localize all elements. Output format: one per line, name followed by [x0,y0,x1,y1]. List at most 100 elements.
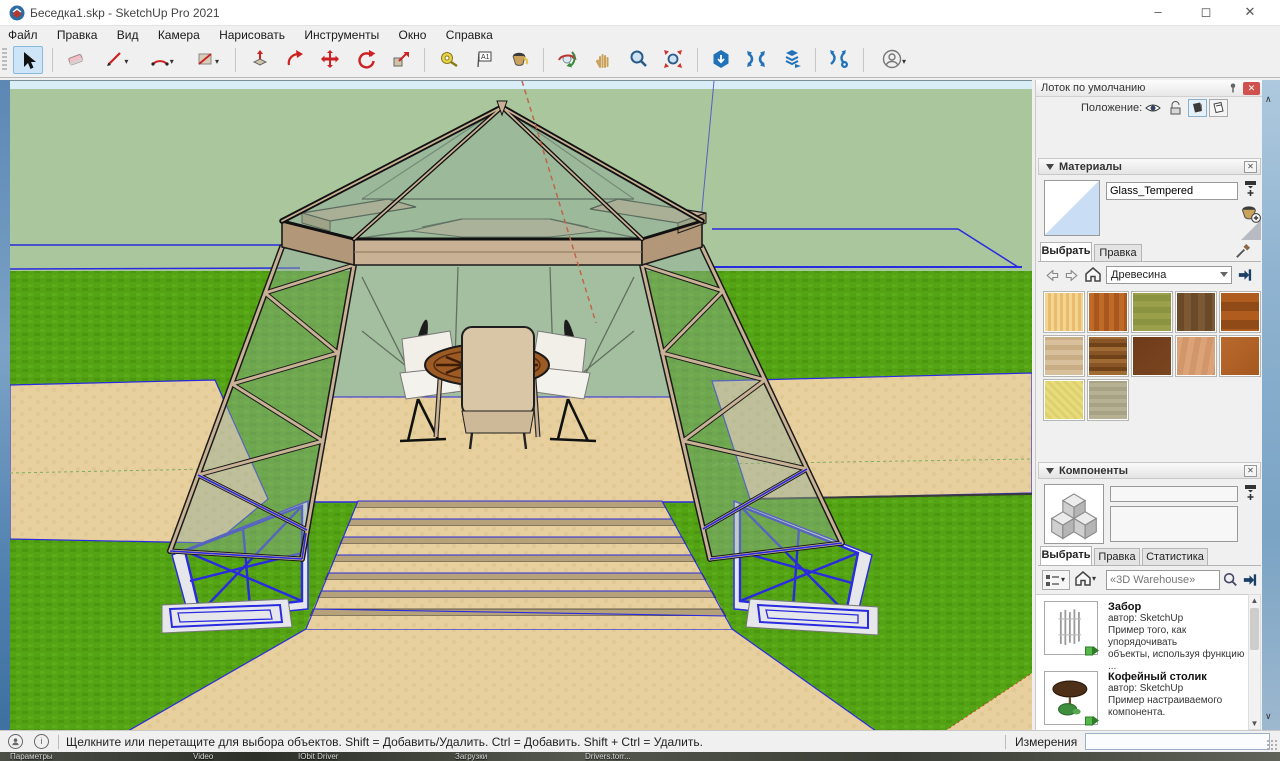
material-swatch-9[interactable] [1176,336,1216,376]
tray-close-icon[interactable]: ✕ [1243,82,1260,95]
minimize-button[interactable]: – [1136,0,1180,26]
view-options-button[interactable]: ▾ [1042,570,1070,590]
material-swatch-8[interactable] [1132,336,1172,376]
close-button[interactable]: ✕ [1228,0,1272,26]
viewport-canvas[interactable] [10,81,1032,731]
orbit-tool-button[interactable] [552,46,582,74]
list-item[interactable]: Кофейный столик автор: SketchUp Пример н… [1036,665,1248,730]
components-tab-edit[interactable]: Правка [1094,548,1140,565]
geolocation-icon[interactable] [8,734,23,749]
components-close-icon[interactable]: ✕ [1244,465,1257,477]
tray-header[interactable]: Лоток по умолчанию ✕ [1036,80,1263,97]
tray-scroll-up-icon[interactable]: ∧ [1265,94,1272,105]
secondary-pane-icon[interactable] [1243,484,1259,502]
dock-option-button-2[interactable] [1209,99,1228,117]
visibility-eye-icon[interactable] [1144,100,1162,116]
materials-tab-select[interactable]: Выбрать [1040,242,1092,261]
rectangle-dropdown-caret[interactable]: ▾ [215,57,219,66]
material-swatch-4[interactable] [1176,292,1216,332]
component-description-box[interactable] [1110,506,1238,542]
back-arrow-icon[interactable] [1044,268,1060,283]
home-icon[interactable] [1084,266,1102,283]
component-title[interactable]: Забор [1108,601,1248,613]
menu-tools[interactable]: Инструменты [296,26,387,44]
component-list[interactable]: Забор автор: SketchUp Пример того, как у… [1036,594,1248,730]
rotate-tool-button[interactable] [351,46,381,74]
component-list-scrollbar[interactable]: ▲ ▼ [1248,594,1261,730]
material-swatch-3[interactable] [1132,292,1172,332]
menu-camera[interactable]: Камера [150,26,208,44]
tape-measure-tool-button[interactable] [434,46,464,74]
components-tab-statistics[interactable]: Статистика [1142,548,1208,565]
collapse-triangle-icon[interactable] [1046,164,1054,170]
pan-tool-button[interactable] [588,46,618,74]
line-dropdown-caret[interactable]: ▾ [124,57,128,66]
material-swatch-1[interactable] [1044,292,1084,332]
viewport[interactable] [10,80,1032,730]
move-tool-button[interactable] [315,46,345,74]
material-swatch-11[interactable] [1044,380,1084,420]
push-pull-tool-button[interactable] [245,46,275,74]
line-tool-button[interactable]: ▾ [96,46,136,74]
components-section-header[interactable]: Компоненты ✕ [1038,462,1261,479]
tray-scroll-down-icon[interactable]: ∨ [1265,711,1272,722]
components-detail-arrow-icon[interactable] [1241,571,1258,589]
scrollbar-thumb[interactable] [1250,608,1259,650]
arc-tool-button[interactable]: ▾ [142,46,182,74]
material-swatch-10[interactable] [1220,336,1260,376]
scroll-up-icon[interactable]: ▲ [1249,596,1260,605]
secondary-pane-icon[interactable] [1243,180,1259,198]
material-swatch-2[interactable] [1088,292,1128,332]
extension-warehouse-button[interactable] [824,46,854,74]
materials-detail-arrow-icon[interactable] [1236,266,1253,284]
list-item[interactable]: Забор автор: SketchUp Пример того, как у… [1036,595,1248,663]
component-thumbnail[interactable] [1044,671,1098,725]
components-tab-select[interactable]: Выбрать [1040,546,1092,565]
account-button[interactable]: ▾ [872,46,916,74]
arc-dropdown-caret[interactable]: ▾ [170,57,174,66]
menu-help[interactable]: Справка [438,26,501,44]
toolbar-grip[interactable] [2,48,7,72]
component-name-input[interactable] [1110,486,1238,502]
material-swatch-12[interactable] [1088,380,1128,420]
components-home-button[interactable]: ▾ [1074,570,1104,590]
unlock-icon[interactable] [1166,100,1184,116]
rectangle-tool-button[interactable]: ▾ [187,46,227,74]
help-icon[interactable]: i [34,734,49,749]
search-icon[interactable] [1222,572,1238,588]
text-tool-button[interactable]: A1 [469,46,499,74]
trimble-connect-button[interactable] [741,46,771,74]
menu-edit[interactable]: Правка [49,26,106,44]
materials-section-header[interactable]: Материалы ✕ [1038,158,1261,175]
material-swatch-6[interactable] [1044,336,1084,376]
menu-view[interactable]: Вид [109,26,147,44]
menu-file[interactable]: Файл [0,26,46,44]
menu-draw[interactable]: Нарисовать [211,26,293,44]
component-thumbnail[interactable] [1044,601,1098,655]
component-preview[interactable] [1044,484,1104,544]
pin-icon[interactable] [1227,82,1239,94]
maximize-button[interactable]: ◻ [1184,0,1228,26]
preview-resize-corner[interactable] [1241,220,1261,240]
material-name-input[interactable] [1106,182,1238,200]
share-component-button[interactable] [777,46,807,74]
material-swatch-7[interactable] [1088,336,1128,376]
component-title[interactable]: Кофейный столик [1108,671,1222,683]
menu-window[interactable]: Окно [391,26,435,44]
scroll-down-icon[interactable]: ▼ [1249,719,1260,728]
scale-tool-button[interactable] [386,46,416,74]
materials-tab-edit[interactable]: Правка [1094,244,1142,261]
forward-arrow-icon[interactable] [1064,268,1080,283]
material-preview-swatch[interactable] [1044,180,1100,236]
follow-me-tool-button[interactable] [280,46,310,74]
sample-paint-eyedropper-icon[interactable] [1234,243,1251,260]
tray-scroll-strip[interactable]: ∧ ∨ [1262,80,1280,730]
materials-collection-select[interactable]: Древесина [1106,266,1232,284]
3d-warehouse-get-models-button[interactable] [706,46,736,74]
paint-bucket-tool-button[interactable] [505,46,535,74]
eraser-tool-button[interactable] [61,46,91,74]
select-tool-button[interactable] [13,46,43,74]
dock-option-button-1[interactable] [1188,99,1207,117]
zoom-extents-tool-button[interactable] [658,46,688,74]
collapse-triangle-icon[interactable] [1046,468,1054,474]
